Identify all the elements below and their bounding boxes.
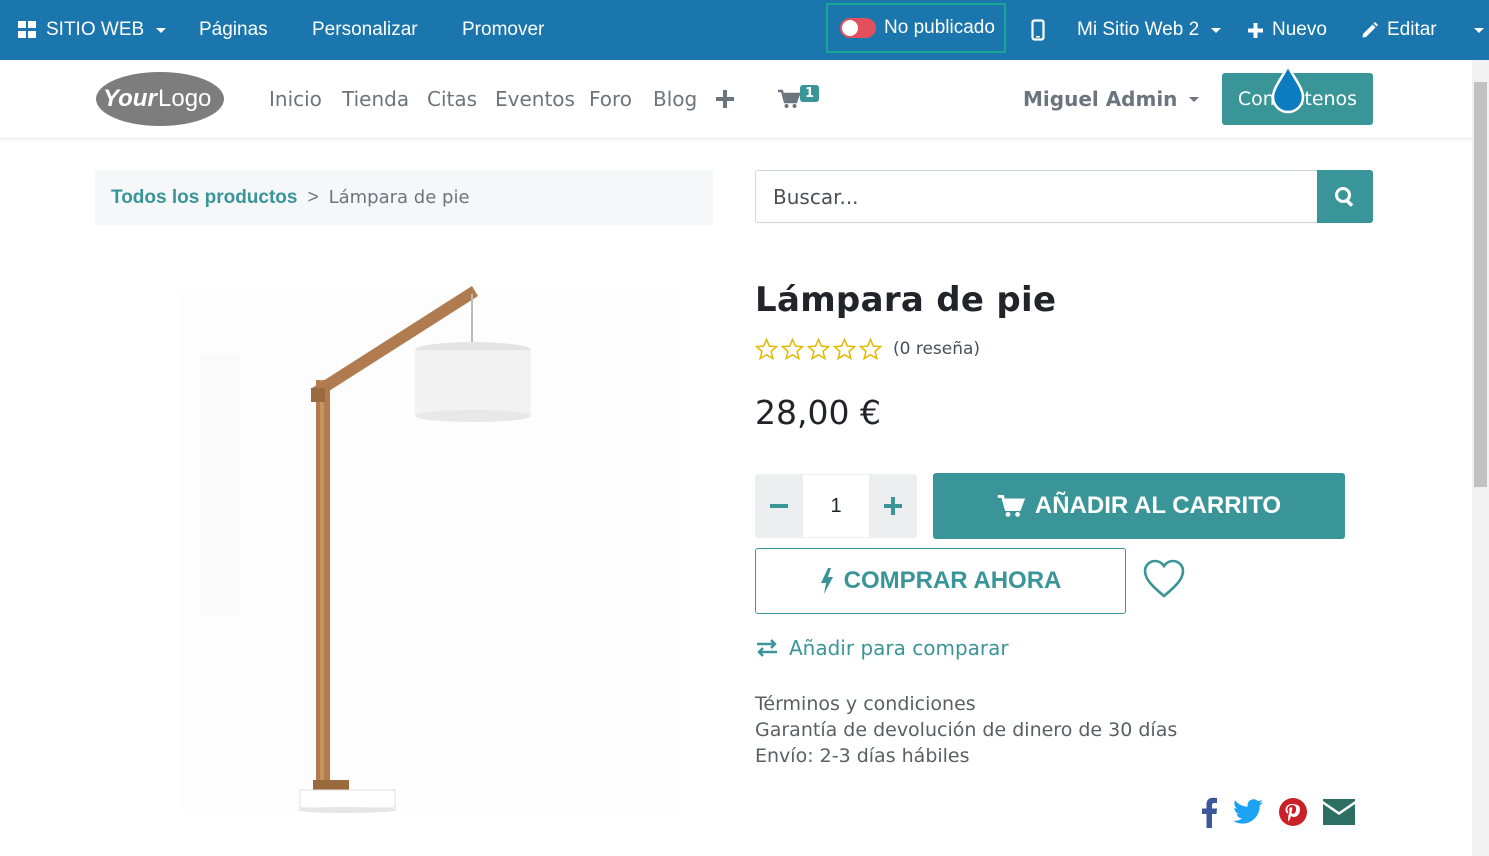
chevron-down-icon — [1211, 27, 1222, 33]
terms-line[interactable]: Términos y condiciones — [755, 691, 1177, 717]
add-menu-item-button[interactable] — [716, 60, 734, 138]
twitter-icon[interactable] — [1232, 798, 1264, 826]
nav-eventos[interactable]: Eventos — [495, 60, 575, 138]
app-label: SITIO WEB — [46, 19, 145, 40]
share-links — [1200, 796, 1356, 828]
search-icon — [1335, 186, 1354, 207]
site-header: Your Logo Inicio Tienda Citas Eventos Fo… — [0, 60, 1472, 139]
buy-now-label: COMPRAR AHORA — [843, 567, 1062, 594]
facebook-icon[interactable] — [1200, 796, 1218, 828]
wishlist-heart-icon[interactable] — [1142, 558, 1186, 600]
shopping-cart-icon — [997, 494, 1025, 517]
edit-label: Editar — [1387, 19, 1437, 40]
website-selector[interactable]: Mi Sitio Web 2 — [1077, 0, 1222, 60]
star-outline-icon — [781, 338, 804, 360]
shopping-cart-icon — [778, 89, 800, 108]
apps-grid-icon — [18, 21, 36, 38]
website-selector-label: Mi Sitio Web 2 — [1077, 19, 1200, 40]
user-name: Miguel Admin — [1023, 87, 1178, 111]
add-to-compare-link[interactable]: Añadir para comparar — [755, 636, 1009, 660]
company-logo[interactable]: Your Logo — [95, 71, 225, 127]
exchange-arrows-icon — [757, 639, 777, 657]
more-menu-button[interactable] — [1470, 0, 1484, 60]
rating-stars[interactable]: (0 reseña) — [755, 338, 980, 360]
new-label: Nuevo — [1272, 19, 1327, 40]
buy-now-button[interactable]: COMPRAR AHORA — [755, 548, 1126, 614]
product-image[interactable] — [120, 270, 700, 830]
email-envelope-icon[interactable] — [1322, 798, 1356, 826]
publish-status-label: No publicado — [884, 17, 995, 38]
star-outline-icon — [755, 338, 778, 360]
decrease-quantity-button[interactable] — [755, 474, 803, 538]
breadcrumb-separator: > — [307, 186, 319, 208]
product-price: 28,00 € — [755, 393, 881, 432]
star-outline-icon — [859, 338, 882, 360]
water-drop-cursor-icon — [1271, 64, 1305, 114]
star-outline-icon — [833, 338, 856, 360]
review-count[interactable]: (0 reseña) — [893, 339, 980, 359]
shipping-line: Envío: 2-3 días hábiles — [755, 745, 970, 767]
lightning-bolt-icon — [820, 568, 833, 594]
search-input[interactable]: Buscar... — [755, 170, 1317, 223]
mobile-phone-icon — [1031, 19, 1045, 41]
increase-quantity-button[interactable] — [869, 474, 917, 538]
breadcrumb-all-products[interactable]: Todos los productos — [111, 187, 297, 209]
plus-icon — [884, 497, 902, 515]
website-app-menu[interactable]: SITIO WEB — [18, 0, 167, 60]
chevron-down-icon — [1474, 27, 1484, 33]
cart-count-badge: 1 — [800, 84, 820, 102]
page-scrollbar[interactable] — [1472, 60, 1489, 856]
menu-promote[interactable]: Promover — [462, 0, 544, 60]
publish-toggle[interactable]: No publicado — [826, 3, 1006, 53]
nav-tienda[interactable]: Tienda — [342, 60, 409, 138]
minus-icon — [770, 504, 788, 508]
pinterest-icon[interactable] — [1278, 797, 1308, 827]
add-to-cart-label: AÑADIR AL CARRITO — [1034, 492, 1282, 519]
breadcrumb-current: Lámpara de pie — [328, 187, 470, 208]
star-outline-icon — [807, 338, 830, 360]
scrollbar-thumb[interactable] — [1474, 82, 1487, 487]
cart-link[interactable]: 1 — [778, 60, 820, 138]
nav-foro[interactable]: Foro — [589, 60, 632, 138]
search-button[interactable] — [1317, 170, 1373, 223]
plus-icon — [716, 90, 734, 108]
chevron-down-icon — [1189, 96, 1200, 102]
admin-bar: SITIO WEB Páginas Personalizar Promover … — [0, 0, 1489, 60]
mobile-preview-button[interactable] — [1031, 0, 1045, 60]
svg-text:Logo: Logo — [158, 85, 211, 112]
new-button[interactable]: Nuevo — [1247, 0, 1327, 60]
pencil-icon — [1362, 22, 1378, 38]
quantity-input[interactable]: 1 — [803, 474, 869, 538]
breadcrumb: Todos los productos > Lámpara de pie — [95, 170, 713, 225]
guarantee-line: Garantía de devolución de dinero de 30 d… — [755, 719, 1178, 741]
chevron-down-icon — [156, 27, 167, 33]
menu-pages[interactable]: Páginas — [199, 0, 268, 60]
quantity-stepper: 1 — [755, 474, 917, 538]
nav-blog[interactable]: Blog — [653, 60, 697, 138]
user-menu[interactable]: Miguel Admin — [1023, 60, 1200, 138]
svg-text:Your: Your — [103, 85, 158, 112]
menu-customize[interactable]: Personalizar — [312, 0, 418, 60]
compare-label: Añadir para comparar — [789, 636, 1009, 660]
add-to-cart-button[interactable]: AÑADIR AL CARRITO — [933, 473, 1345, 539]
nav-citas[interactable]: Citas — [427, 60, 477, 138]
product-terms: Términos y condiciones Garantía de devol… — [755, 691, 1177, 769]
nav-inicio[interactable]: Inicio — [269, 60, 322, 138]
product-search: Buscar... — [755, 170, 1373, 223]
plus-icon — [1248, 22, 1263, 38]
edit-button[interactable]: Editar — [1361, 0, 1437, 60]
toggle-switch[interactable] — [840, 18, 876, 38]
product-title: Lámpara de pie — [755, 280, 1057, 320]
